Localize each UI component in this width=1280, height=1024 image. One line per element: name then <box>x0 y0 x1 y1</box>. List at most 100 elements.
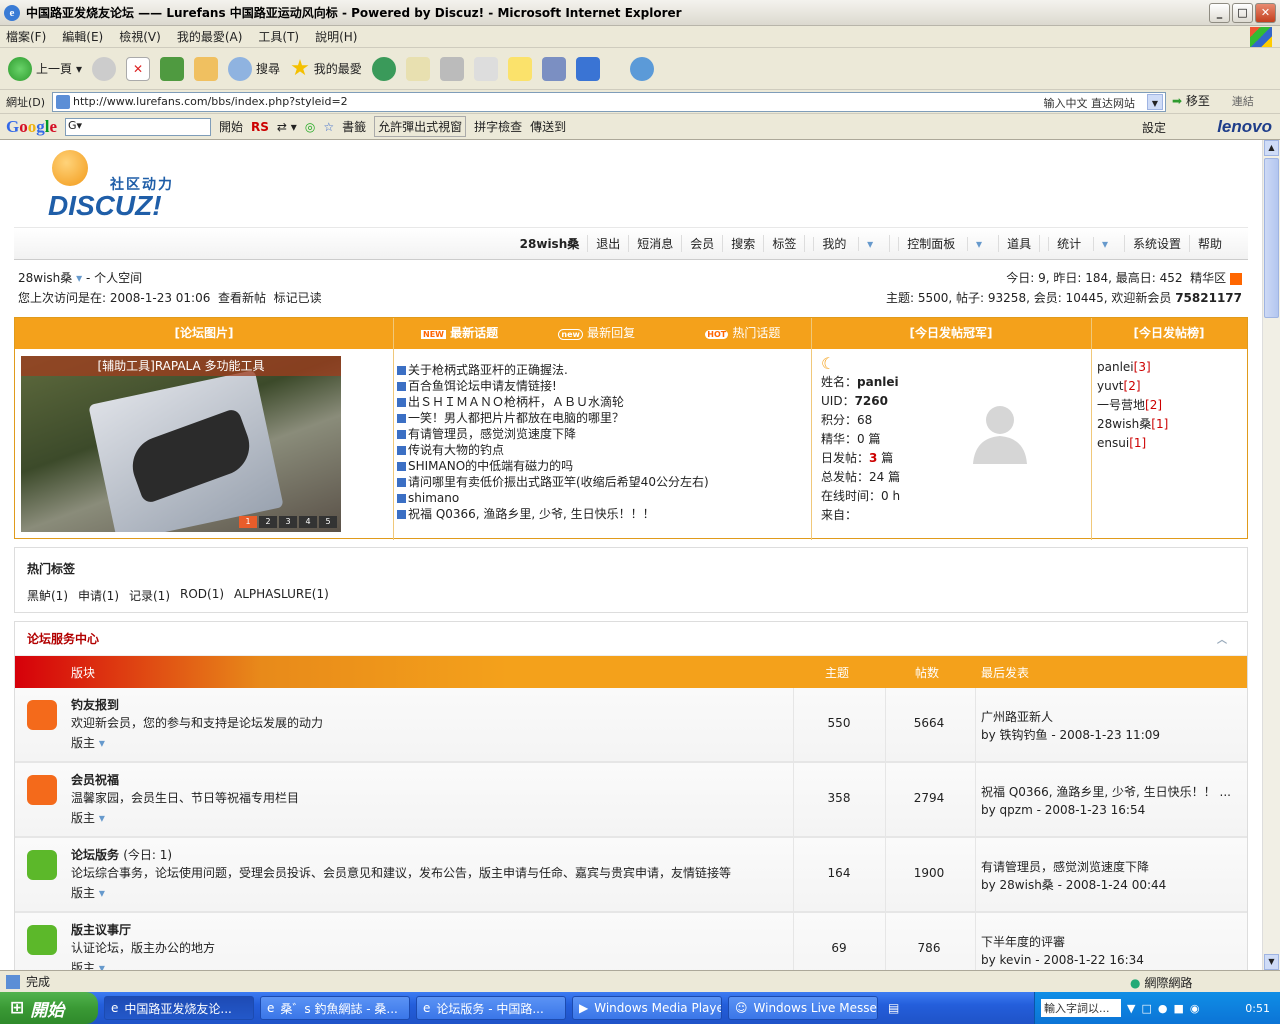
featured-photo[interactable]: [辅助工具]RAPALA 多功能工具 1 2 3 4 5 <box>21 356 341 532</box>
champion-name[interactable]: panlei <box>857 375 899 389</box>
forum-moderator[interactable]: 版主 ▾ <box>71 734 105 751</box>
stop-icon[interactable]: ✕ <box>126 56 151 81</box>
topic-link[interactable]: 祝福 Q0366, 渔路乡里, 少爷, 生日快乐！！！ <box>408 506 655 522</box>
translate-icon[interactable]: ⇄ ▾ <box>277 120 297 134</box>
scroll-down-icon[interactable]: ▼ <box>1264 954 1279 970</box>
tray-volume-icon[interactable]: ◉ <box>1190 1002 1200 1015</box>
last-post-author[interactable]: by 28wish桑 <box>981 878 1054 892</box>
topic-link[interactable]: SHIMANO的中低端有磁力的吗 <box>408 458 573 474</box>
forward-arrow-icon[interactable] <box>92 56 117 81</box>
topic-link[interactable]: 一笑！男人都把片片都放在电脑的哪里？ <box>408 410 624 426</box>
last-post-author[interactable]: by 铁钩钓鱼 <box>981 728 1048 742</box>
messenger-icon[interactable] <box>575 56 600 81</box>
list-item[interactable]: panlei[3] <box>1097 358 1168 377</box>
last-post-title[interactable]: 下半年度的评審 <box>981 933 1144 951</box>
popup-blocker-button[interactable]: 允許彈出式視窗 <box>374 116 467 137</box>
print-icon[interactable] <box>439 56 464 81</box>
tag-link[interactable]: 申请(1) <box>78 587 119 604</box>
menu-favorites[interactable]: 我的最愛(A) <box>177 28 243 45</box>
menu-edit[interactable]: 編輯(E) <box>62 28 103 45</box>
minimize-button[interactable]: _ <box>1209 3 1230 23</box>
chevron-down-icon[interactable]: ▾ <box>76 271 82 285</box>
nav-props[interactable]: 道具 <box>998 235 1039 252</box>
nav-username[interactable]: 28wish桑 <box>512 235 588 252</box>
note-icon[interactable] <box>507 56 532 81</box>
task-blog[interactable]: e 桑゛s 釣魚網誌 - 桑... <box>260 996 410 1020</box>
avatar[interactable] <box>965 398 1035 468</box>
tray-network-icon[interactable]: ■ <box>1173 1002 1183 1015</box>
history-icon[interactable] <box>371 56 396 81</box>
refresh-icon[interactable] <box>160 56 185 81</box>
bookmark-star-icon[interactable]: ☆ <box>323 120 334 134</box>
tab-hot-topics[interactable]: 热门话题 <box>732 326 780 340</box>
nav-search[interactable]: 搜索 <box>722 235 763 252</box>
sendto-button[interactable]: 傳送到 <box>530 118 566 135</box>
view-new-posts-link[interactable]: 查看新帖 <box>218 291 266 305</box>
google-start-button[interactable]: 開始 <box>219 118 243 135</box>
list-item[interactable]: yuvt[2] <box>1097 377 1168 396</box>
task-forum-service[interactable]: e 论坛版务 - 中国路... <box>416 996 566 1020</box>
list-item[interactable]: 请问哪里有卖低价振出式路亚竿(收缩后希望40公分左右) <box>397 474 709 490</box>
edit-icon[interactable] <box>473 56 498 81</box>
mail-icon[interactable] <box>405 56 430 81</box>
menu-help[interactable]: 說明(H) <box>315 28 357 45</box>
last-post-title[interactable]: 有请管理员，感觉浏览速度下降 <box>981 858 1166 876</box>
list-item[interactable]: 祝福 Q0366, 渔路乡里, 少爷, 生日快乐！！！ <box>397 506 709 522</box>
tag-link[interactable]: ROD(1) <box>180 587 224 604</box>
forum-moderator[interactable]: 版主 ▾ <box>71 809 105 826</box>
mark-read-link[interactable]: 标记已读 <box>274 291 322 305</box>
google-search-input[interactable]: G▾ <box>65 117 212 136</box>
topic-link[interactable]: 百合鱼饵论坛申请友情链接! <box>408 378 557 394</box>
list-item[interactable]: ensui[1] <box>1097 434 1168 453</box>
last-post-author[interactable]: by kevin <box>981 953 1031 967</box>
list-item[interactable]: 百合鱼饵论坛申请友情链接! <box>397 378 709 394</box>
forum-moderator[interactable]: 版主 ▾ <box>71 884 105 901</box>
last-post-title[interactable]: 祝福 Q0366, 渔路乡里, 少爷, 生日快乐！！ ... <box>981 783 1231 801</box>
settings-button[interactable]: 設定 <box>1142 119 1166 136</box>
forum-name[interactable]: 论坛版务 (今日: 1) <box>71 846 172 863</box>
photo-page-2[interactable]: 2 <box>259 516 277 528</box>
personal-space-link[interactable]: - 个人空间 <box>86 271 142 285</box>
forum-name-text[interactable]: 论坛版务 <box>71 848 119 862</box>
chrome-icon[interactable]: ◎ <box>305 120 315 134</box>
tray-arrow-icon[interactable]: ▼ <box>1127 1002 1135 1015</box>
list-item[interactable]: 28wish桑[1] <box>1097 415 1168 434</box>
start-button[interactable]: ⊞ 開始 <box>0 992 98 1024</box>
vertical-scrollbar[interactable]: ▲ ▼ <box>1262 140 1280 970</box>
scroll-thumb[interactable] <box>1264 158 1279 318</box>
list-item[interactable]: SHIMANO的中低端有磁力的吗 <box>397 458 709 474</box>
topic-link[interactable]: 关于枪柄式路亚杆的正确握法. <box>408 362 568 378</box>
list-item[interactable]: shimano <box>397 490 709 506</box>
deskbar-input[interactable]: 輸入字詞以... <box>1041 999 1121 1017</box>
tray-user-icon[interactable]: ● <box>1158 1002 1168 1015</box>
tag-link[interactable]: 黑鲈(1) <box>27 587 68 604</box>
tab-new-replies[interactable]: 最新回复 <box>587 326 635 340</box>
forum-name[interactable]: 会员祝福 <box>71 771 119 788</box>
forum-name[interactable]: 钓友报到 <box>71 696 119 713</box>
nav-stats[interactable]: 统计 ▾ <box>1039 235 1124 252</box>
home-icon[interactable] <box>194 56 219 81</box>
topic-link[interactable]: 请问哪里有卖低价振出式路亚竿(收缩后希望40公分左右) <box>408 474 709 490</box>
task-messenger[interactable]: ☺ Windows Live Messe... <box>728 996 878 1020</box>
nav-help[interactable]: 帮助 <box>1188 235 1230 252</box>
section-title-text[interactable]: 论坛服务中心 <box>27 630 99 647</box>
list-item[interactable]: 出ＳＨＩＭＡＮＯ枪柄杆，ＡＢＵ水滴轮 <box>397 394 709 410</box>
topic-link[interactable]: 出ＳＨＩＭＡＮＯ枪柄杆，ＡＢＵ水滴轮 <box>408 394 624 410</box>
list-item[interactable]: 关于枪柄式路亚杆的正确握法. <box>397 362 709 378</box>
info-username[interactable]: 28wish桑 <box>18 271 72 285</box>
tray-window-icon[interactable]: □ <box>1141 1002 1151 1015</box>
spellcheck-button[interactable]: 拼字檢查 <box>474 118 522 135</box>
tag-link[interactable]: 记录(1) <box>129 587 170 604</box>
nav-messages[interactable]: 短消息 <box>628 235 681 252</box>
back-button[interactable]: 上一頁 ▾ <box>8 56 82 81</box>
rank-name[interactable]: ensui <box>1097 436 1129 450</box>
collapse-icon[interactable]: ︿ <box>1217 631 1227 646</box>
contacts-icon[interactable] <box>629 56 654 81</box>
nav-members[interactable]: 会员 <box>681 235 722 252</box>
topic-link[interactable]: shimano <box>408 490 459 506</box>
list-item[interactable]: 一笑！男人都把片片都放在电脑的哪里？ <box>397 410 709 426</box>
tag-link[interactable]: ALPHASLURE(1) <box>234 587 329 604</box>
photo-page-5[interactable]: 5 <box>319 516 337 528</box>
rank-name[interactable]: panlei <box>1097 360 1134 374</box>
nav-my[interactable]: 我的 ▾ <box>804 235 889 252</box>
